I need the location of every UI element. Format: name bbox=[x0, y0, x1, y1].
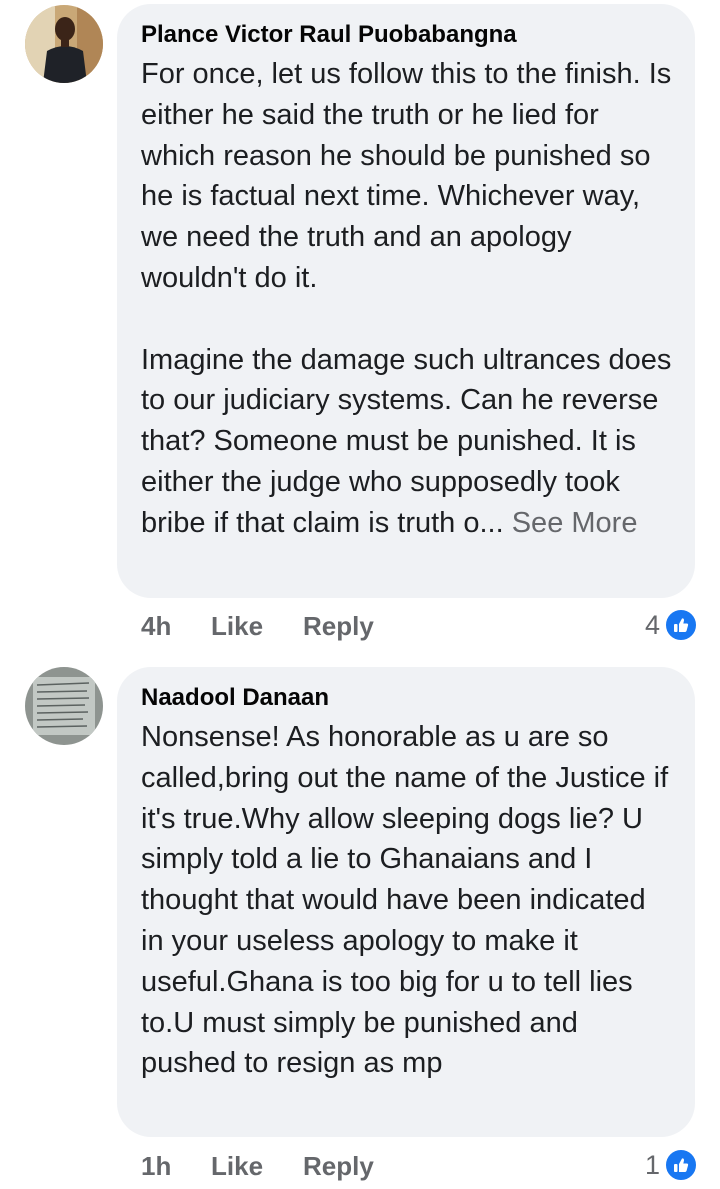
like-button[interactable]: Like bbox=[211, 1151, 303, 1181]
comment-body: Nonsense! As honorable as u are so calle… bbox=[141, 717, 673, 1084]
comment-paragraph: Nonsense! As honorable as u are so calle… bbox=[141, 721, 669, 1080]
comment-author[interactable]: Plance Victor Raul Puobabangna bbox=[141, 20, 673, 50]
comment-author[interactable]: Naadool Danaan bbox=[141, 683, 673, 713]
reaction-summary[interactable]: 4 bbox=[645, 608, 698, 642]
profile-photo-icon bbox=[25, 5, 103, 83]
like-icon bbox=[664, 1148, 698, 1182]
reaction-count: 1 bbox=[644, 1149, 660, 1180]
like-button[interactable]: Like bbox=[211, 611, 303, 641]
reaction-count: 4 bbox=[644, 609, 660, 640]
like-icon bbox=[664, 608, 698, 642]
comment-paragraph: For once, let us follow this to the fini… bbox=[141, 58, 672, 294]
see-more-link[interactable]: See More bbox=[512, 507, 638, 539]
reaction-summary[interactable]: 1 bbox=[645, 1148, 698, 1182]
comment-paragraph: Imagine the damage such ultrances does t… bbox=[141, 340, 673, 544]
reply-button[interactable]: Reply bbox=[303, 1151, 374, 1181]
comment-bubble: Plance Victor Raul Puobabangna For once,… bbox=[117, 4, 695, 598]
comment-timestamp[interactable]: 1h bbox=[141, 1151, 211, 1181]
profile-photo-icon bbox=[25, 667, 103, 745]
comment-actions: 1h Like Reply bbox=[141, 1151, 374, 1181]
comment-actions: 4h Like Reply bbox=[141, 611, 374, 641]
reply-button[interactable]: Reply bbox=[303, 611, 374, 641]
comment-body: For once, let us follow this to the fini… bbox=[141, 54, 673, 544]
avatar[interactable] bbox=[25, 667, 103, 745]
comment-timestamp[interactable]: 4h bbox=[141, 611, 211, 641]
avatar[interactable] bbox=[25, 5, 103, 83]
comment-bubble: Naadool Danaan Nonsense! As honorable as… bbox=[117, 667, 695, 1137]
